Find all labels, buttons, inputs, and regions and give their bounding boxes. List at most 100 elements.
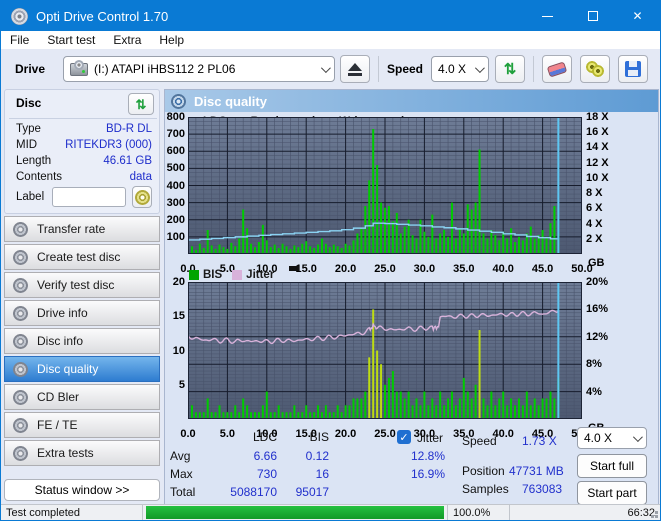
axis-tick: 0.0 — [180, 428, 196, 440]
speed-label: Speed — [387, 62, 424, 76]
disc-icon — [13, 305, 28, 321]
axis-tick: 200 — [166, 213, 185, 226]
menu-bar: File Start test Extra Help — [1, 31, 660, 49]
axis-tick: 300 — [166, 196, 185, 209]
refresh-icon: ⇅ — [135, 96, 147, 112]
menu-file[interactable]: File — [1, 31, 38, 49]
refresh-icon: ⇅ — [503, 60, 517, 78]
disc-refresh-button[interactable]: ⇅ — [128, 93, 154, 115]
sidebar-item-verify-test-disc[interactable]: Verify test disc — [4, 272, 160, 298]
axis-tick: 6 X — [586, 202, 603, 215]
disc-info-panel: Disc ⇅ Type BD-R DL MID RITEKDR3 (000) L… — [4, 89, 160, 214]
drive-label: Drive — [15, 62, 46, 76]
batch-test-button[interactable] — [580, 55, 611, 83]
axis-tick: 800 — [166, 111, 185, 123]
save-button[interactable] — [618, 55, 649, 83]
axis-tick: GB — [588, 257, 605, 269]
disc-panel-title: Disc — [16, 96, 42, 110]
quality-chart-svg — [188, 282, 582, 419]
progress-fill — [146, 506, 444, 519]
chart-legend-bottom: BIS Jitter — [189, 268, 284, 281]
sidebar-item-fe-te[interactable]: FE / TE — [4, 412, 160, 438]
axis-tick: 500 — [166, 162, 185, 175]
disc-icon — [13, 221, 28, 237]
stats-max-bis: 16 — [315, 467, 329, 481]
save-icon — [625, 61, 642, 77]
legend-label: Jitter — [246, 268, 275, 281]
stats-max-jitter: 16.9% — [410, 467, 445, 481]
disc-field-mid: MID RITEKDR3 (000) — [16, 139, 152, 151]
disc-icon — [171, 93, 186, 109]
divider — [9, 118, 157, 119]
test-speed-select[interactable]: 4.0 X — [577, 427, 647, 449]
axis-tick: 8 X — [586, 187, 603, 200]
test-speed-value: 4.0 X — [584, 431, 613, 445]
disc-label-button[interactable] — [132, 186, 152, 208]
toolbar-separator — [533, 56, 535, 82]
status-bar: Test completed 100.0% 66:32 — [1, 504, 660, 520]
elapsed-time: 66:32 — [510, 505, 660, 520]
speed-stat-label: Speed — [462, 434, 497, 448]
progress-percent: 100.0% — [448, 505, 510, 520]
sidebar-item-transfer-rate[interactable]: Transfer rate — [4, 216, 160, 242]
eject-button[interactable] — [340, 55, 370, 83]
chevron-down-icon — [320, 62, 331, 73]
minimize-icon — [542, 15, 553, 17]
close-button[interactable]: ✕ — [615, 1, 660, 31]
stats-total-ldc: 5088170 — [230, 485, 277, 499]
title-bar: Opti Drive Control 1.70 ✕ — [1, 1, 660, 31]
menu-help[interactable]: Help — [150, 31, 193, 49]
drive-select[interactable]: (I:) ATAPI iHBS112 2 PL06 — [63, 56, 335, 82]
jitter-label: Jitter — [417, 431, 444, 445]
disc-field-type: Type BD-R DL — [16, 123, 152, 135]
legend-swatch — [232, 269, 243, 280]
axis-tick: 20 — [172, 276, 185, 288]
main-panel: Disc quality LDC Read speed Write speed 10… — [164, 89, 659, 506]
axis-tick: 16% — [586, 303, 609, 316]
jitter-checkbox[interactable]: ✓ — [397, 430, 411, 444]
axis-tick: 25.0 — [374, 263, 396, 275]
disc-label-input[interactable] — [52, 187, 127, 207]
position-stat-label: Position — [462, 464, 505, 478]
maximize-icon — [587, 11, 598, 21]
minimize-button[interactable] — [525, 1, 570, 31]
axis-tick: 12% — [586, 330, 609, 343]
app-icon — [11, 7, 28, 25]
stats-total-bis: 95017 — [295, 485, 329, 499]
stats-max-ldc: 730 — [256, 467, 277, 481]
chart-top: 100 200 300 400 500 600 700 800 2 X 4 X 6 X 8 X 10 X… — [167, 111, 609, 275]
axis-tick: 700 — [166, 128, 185, 141]
axis-tick: 20.0 — [334, 428, 357, 440]
sidebar-item-cd-bler[interactable]: CD Bler — [4, 384, 160, 410]
sidebar-item-extra-tests[interactable]: Extra tests — [4, 440, 160, 466]
refresh-speed-button[interactable]: ⇅ — [495, 55, 526, 83]
eraser-icon — [546, 60, 568, 78]
legend-marker — [289, 266, 298, 271]
stats-avg-bis: 0.12 — [305, 449, 329, 463]
axis-tick: 15.0 — [295, 263, 317, 275]
axis-tick: 12 X — [586, 156, 609, 169]
axis-tick: 20% — [586, 276, 609, 288]
samples-stat-label: Samples — [462, 482, 509, 496]
disc-icon — [134, 189, 150, 205]
sidebar-item-drive-info[interactable]: Drive info — [4, 300, 160, 326]
menu-extra[interactable]: Extra — [104, 31, 150, 49]
erase-disc-button[interactable] — [542, 55, 573, 83]
stats-avg-jitter: 12.8% — [410, 449, 445, 463]
maximize-button[interactable] — [570, 1, 615, 31]
sidebar-item-disc-quality[interactable]: Disc quality — [4, 356, 160, 382]
menu-start-test[interactable]: Start test — [38, 31, 104, 49]
start-full-button[interactable]: Start full — [577, 454, 647, 478]
axis-tick: 40.0 — [492, 263, 514, 275]
speed-select[interactable]: 4.0 X — [431, 56, 490, 82]
disc-icon — [13, 389, 28, 405]
axis-tick: 30.0 — [413, 263, 436, 275]
sidebar-item-create-test-disc[interactable]: Create test disc — [4, 244, 160, 270]
axis-tick: 400 — [166, 179, 185, 192]
status-window-button[interactable]: Status window >> — [4, 479, 160, 501]
axis-tick: 14 X — [586, 141, 609, 154]
stats-avg-ldc: 6.66 — [253, 449, 277, 463]
stats-row-label: Avg — [170, 449, 191, 463]
sidebar-item-disc-info[interactable]: Disc info — [4, 328, 160, 354]
start-part-button[interactable]: Start part — [577, 481, 647, 505]
